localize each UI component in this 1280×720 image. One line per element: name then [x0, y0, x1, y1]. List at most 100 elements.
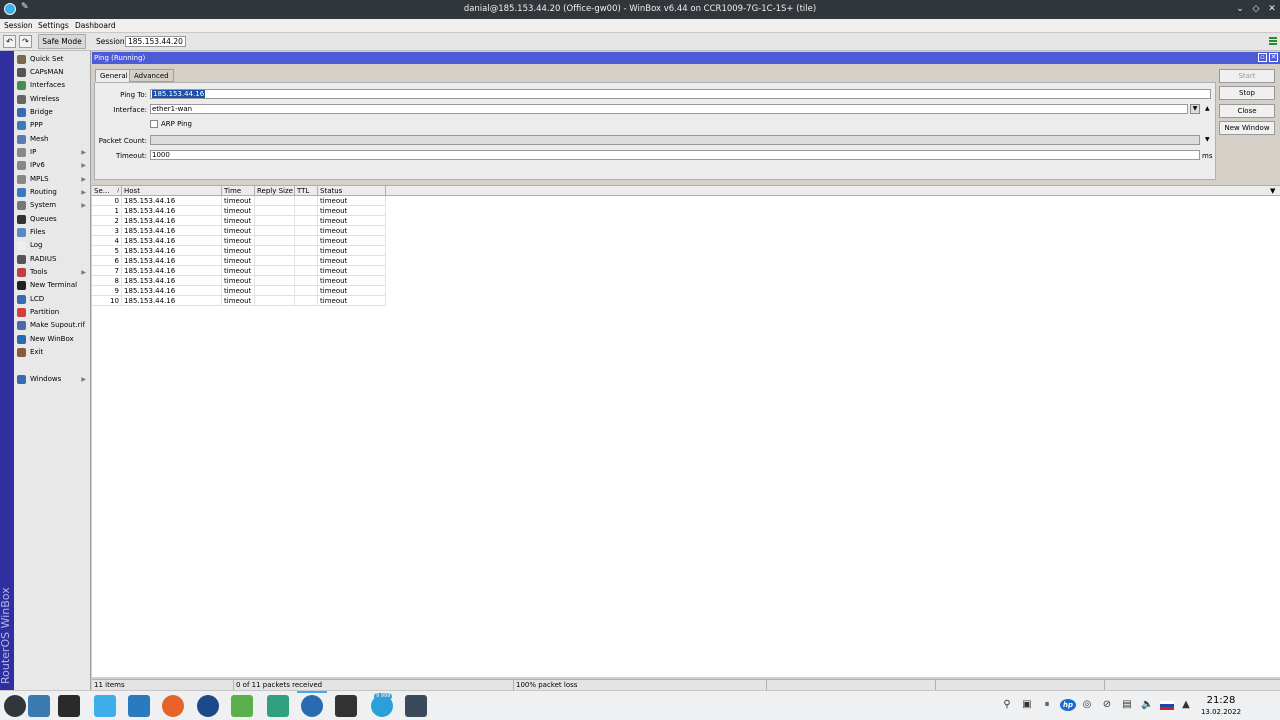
- column-status[interactable]: Status: [318, 186, 386, 196]
- discover-icon[interactable]: [94, 695, 116, 717]
- sidebar-item-tools[interactable]: Tools ▶: [14, 266, 91, 279]
- ping-to-input[interactable]: 185.153.44.16: [150, 89, 1211, 99]
- notes-tray-icon[interactable]: ▤: [1121, 699, 1133, 711]
- winbox-active-icon[interactable]: [297, 691, 327, 717]
- close-window-icon[interactable]: ✕: [1265, 2, 1279, 16]
- menu-dashboard[interactable]: Dashboard: [75, 19, 116, 33]
- cell-status: timeout: [318, 256, 386, 266]
- partition-icon: [17, 308, 26, 317]
- quickset-icon: [17, 55, 26, 64]
- hp-tray-icon[interactable]: hp: [1060, 699, 1076, 711]
- tab-general[interactable]: General: [95, 69, 133, 82]
- stop-button[interactable]: Stop: [1219, 86, 1275, 100]
- media-tray-icon[interactable]: ⏸: [1041, 699, 1053, 711]
- start-button[interactable]: Start: [1219, 69, 1275, 83]
- column-ttl[interactable]: TTL: [295, 186, 318, 196]
- winbox-icon: [17, 335, 26, 344]
- vpn-tray-icon[interactable]: ⊘: [1101, 699, 1113, 711]
- konsole-icon[interactable]: [335, 695, 357, 717]
- sidebar-item-quick-set[interactable]: Quick Set: [14, 53, 91, 66]
- sidebar-item-bridge[interactable]: Bridge: [14, 106, 91, 119]
- remmina-icon[interactable]: [197, 695, 219, 717]
- maximize-icon[interactable]: ◇: [1249, 2, 1263, 16]
- tab-advanced[interactable]: Advanced: [129, 69, 174, 82]
- new-window-button[interactable]: New Window: [1219, 121, 1275, 135]
- clipboard-tray-icon[interactable]: ▣: [1021, 699, 1033, 711]
- sidebar-item-interfaces[interactable]: Interfaces: [14, 79, 91, 92]
- packet-count-input[interactable]: [150, 135, 1200, 145]
- connect-tray-icon[interactable]: ◎: [1081, 699, 1093, 711]
- sidebar-item-mesh[interactable]: Mesh: [14, 133, 91, 146]
- table-row[interactable]: 1 185.153.44.16 timeout timeout: [92, 206, 386, 216]
- cell-host: 185.153.44.16: [122, 196, 222, 206]
- sidebar-item-ipv6[interactable]: IPv6 ▶: [14, 159, 91, 172]
- keyboard-layout-flag-icon[interactable]: [1160, 701, 1174, 710]
- minimize-icon[interactable]: ⌄: [1233, 2, 1247, 16]
- sidebar-item-make-supout-rif[interactable]: Make Supout.rif: [14, 319, 91, 332]
- network-tray-icon[interactable]: ⚲: [1001, 699, 1013, 711]
- sidebar-item-wireless[interactable]: Wireless: [14, 93, 91, 106]
- expand-down-icon[interactable]: ▼: [1205, 136, 1210, 143]
- sidebar-item-new-winbox[interactable]: New WinBox: [14, 333, 91, 346]
- column-menu-icon[interactable]: ▼: [1270, 186, 1275, 196]
- column-seq[interactable]: Se... /: [92, 186, 122, 196]
- menu-settings[interactable]: Settings: [38, 19, 69, 33]
- close-button[interactable]: Close: [1219, 104, 1275, 118]
- app-launcher-icon[interactable]: [4, 695, 26, 717]
- sidebar-item-system[interactable]: System ▶: [14, 199, 91, 212]
- sidebar-item-capsman[interactable]: CAPsMAN: [14, 66, 91, 79]
- collapse-up-icon[interactable]: ▲: [1205, 105, 1210, 112]
- table-row[interactable]: 6 185.153.44.16 timeout timeout: [92, 256, 386, 266]
- menu-session[interactable]: Session: [4, 19, 33, 33]
- task-manager-icon[interactable]: [58, 695, 80, 717]
- table-row[interactable]: 9 185.153.44.16 timeout timeout: [92, 286, 386, 296]
- cell-status: timeout: [318, 216, 386, 226]
- sidebar-item-windows[interactable]: Windows ▶: [14, 373, 91, 386]
- table-row[interactable]: 3 185.153.44.16 timeout timeout: [92, 226, 386, 236]
- table-row[interactable]: 8 185.153.44.16 timeout timeout: [92, 276, 386, 286]
- winbox-launcher-icon[interactable]: [267, 695, 289, 717]
- close-icon[interactable]: ✕: [1269, 53, 1278, 62]
- arp-ping-checkbox[interactable]: [150, 120, 158, 128]
- undo-button[interactable]: ↶: [3, 35, 16, 48]
- table-row[interactable]: 7 185.153.44.16 timeout timeout: [92, 266, 386, 276]
- table-row[interactable]: 2 185.153.44.16 timeout timeout: [92, 216, 386, 226]
- sidebar-item-radius[interactable]: RADIUS: [14, 253, 91, 266]
- screenshot-icon[interactable]: [405, 695, 427, 717]
- clock[interactable]: 21:28 13.02.2022: [1198, 695, 1244, 717]
- table-row[interactable]: 10 185.153.44.16 timeout timeout: [92, 296, 386, 306]
- sidebar-item-queues[interactable]: Queues: [14, 213, 91, 226]
- sidebar-item-ppp[interactable]: PPP: [14, 119, 91, 132]
- redo-button[interactable]: ↷: [19, 35, 32, 48]
- column-reply-size[interactable]: Reply Size: [255, 186, 295, 196]
- dropdown-icon[interactable]: ▼: [1190, 104, 1200, 114]
- sidebar-item-files[interactable]: Files: [14, 226, 91, 239]
- interface-select[interactable]: ether1-wan: [150, 104, 1188, 114]
- sidebar-item-log[interactable]: Log: [14, 239, 91, 252]
- sidebar-item-lcd[interactable]: LCD: [14, 293, 91, 306]
- table-row[interactable]: 5 185.153.44.16 timeout timeout: [92, 246, 386, 256]
- sidebar-item-partition[interactable]: Partition: [14, 306, 91, 319]
- cell-reply-size: [255, 196, 295, 206]
- tray-expand-icon[interactable]: ▲: [1180, 699, 1192, 711]
- column-time[interactable]: Time: [222, 186, 255, 196]
- sidebar-item-routing[interactable]: Routing ▶: [14, 186, 91, 199]
- timeout-input[interactable]: 1000: [150, 150, 1200, 160]
- firefox-icon[interactable]: [162, 695, 184, 717]
- desktop-icon[interactable]: [28, 695, 50, 717]
- dolphin-icon[interactable]: [128, 695, 150, 717]
- table-row[interactable]: 0 185.153.44.16 timeout timeout: [92, 196, 386, 206]
- restore-icon[interactable]: ▫: [1258, 53, 1267, 62]
- sidebar-item-ip[interactable]: IP ▶: [14, 146, 91, 159]
- notes-icon[interactable]: [231, 695, 253, 717]
- table-row[interactable]: 4 185.153.44.16 timeout timeout: [92, 236, 386, 246]
- safe-mode-button[interactable]: Safe Mode: [38, 34, 86, 49]
- show-desktop-icon[interactable]: [1258, 699, 1276, 711]
- sidebar-item-new-terminal[interactable]: New Terminal: [14, 279, 91, 292]
- volume-tray-icon[interactable]: 🔈: [1141, 699, 1153, 711]
- status-loss: 100% packet loss: [514, 680, 767, 690]
- sidebar-item-mpls[interactable]: MPLS ▶: [14, 173, 91, 186]
- session-field[interactable]: 185.153.44.20: [125, 36, 186, 47]
- sidebar-item-exit[interactable]: Exit: [14, 346, 91, 359]
- column-host[interactable]: Host: [122, 186, 222, 196]
